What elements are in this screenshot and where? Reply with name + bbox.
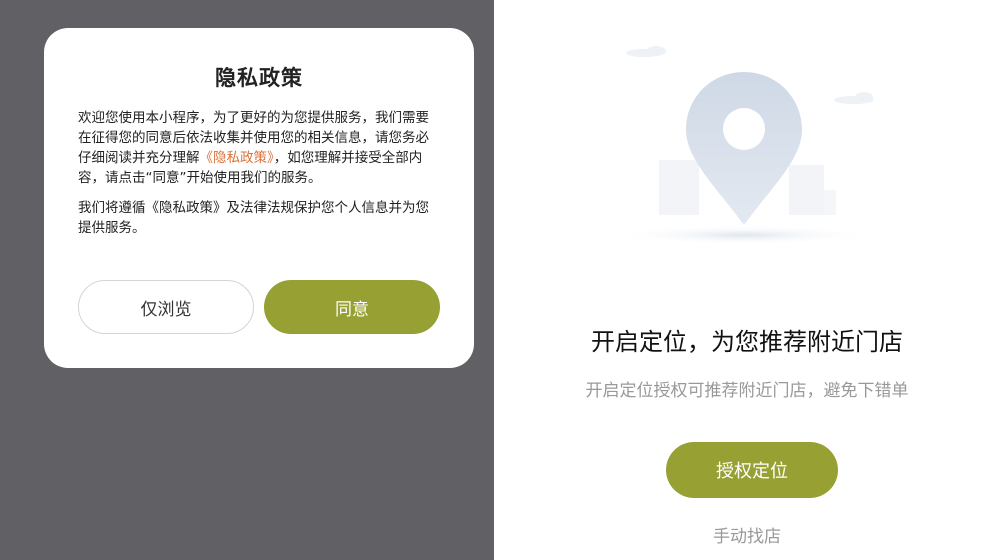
location-pin-icon (614, 46, 874, 245)
privacy-policy-link[interactable]: 《隐私政策》 (200, 150, 274, 166)
location-subtitle: 开启定位授权可推荐附近门店，避免下错单 (585, 381, 909, 401)
dialog-buttons: 仅浏览 同意 (78, 280, 440, 334)
privacy-paragraph-1: 欢迎您使用本小程序，为了更好的为您提供服务，我们需要在征得您的同意后依法收集并使… (78, 108, 440, 188)
dialog-title: 隐私政策 (215, 66, 303, 90)
modal-overlay: 隐私政策 欢迎您使用本小程序，为了更好的为您提供服务，我们需要在征得您的同意后依… (0, 0, 494, 560)
browse-only-button[interactable]: 仅浏览 (78, 280, 254, 334)
location-permission-page: 开启定位，为您推荐附近门店 开启定位授权可推荐附近门店，避免下错单 授权定位 手… (494, 0, 1000, 560)
manual-find-store-link[interactable]: 手动找店 (494, 522, 1000, 547)
dialog-body: 欢迎您使用本小程序，为了更好的为您提供服务，我们需要在征得您的同意后依法收集并使… (78, 108, 440, 238)
privacy-dialog: 隐私政策 欢迎您使用本小程序，为了更好的为您提供服务，我们需要在征得您的同意后依… (44, 28, 474, 368)
authorize-location-button[interactable]: 授权定位 (666, 442, 838, 498)
privacy-paragraph-2: 我们将遵循《隐私政策》及法律法规保护您个人信息并为您提供服务。 (78, 200, 429, 236)
location-title: 开启定位，为您推荐附近门店 (591, 328, 903, 356)
agree-button[interactable]: 同意 (264, 280, 440, 334)
